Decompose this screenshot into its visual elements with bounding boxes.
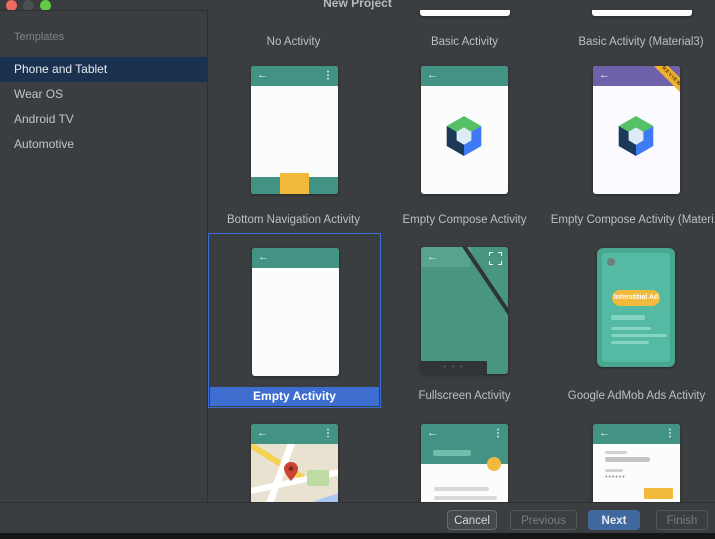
back-arrow-icon: ←: [427, 69, 438, 82]
sidebar-item-wear-os[interactable]: Wear OS: [0, 82, 207, 107]
sidebar-item-android-tv[interactable]: Android TV: [0, 107, 207, 132]
back-arrow-icon: ←: [258, 251, 269, 264]
template-label-no-activity[interactable]: No Activity: [208, 36, 379, 48]
placeholder-line: [434, 487, 489, 491]
template-label-fullscreen-activity[interactable]: Fullscreen Activity: [379, 390, 550, 402]
empty-activity-thumbnail[interactable]: ←: [252, 248, 339, 376]
back-arrow-icon: ←: [599, 427, 610, 440]
placeholder-line: [605, 457, 650, 462]
placeholder-line: [611, 334, 667, 337]
compose-logo-icon: [442, 114, 486, 158]
new-project-dialog: New Project Templates Phone and Tablet W…: [0, 0, 715, 539]
template-label-google-admob-ads-activity[interactable]: Google AdMob Ads Activity: [551, 390, 715, 402]
previous-button[interactable]: Previous: [510, 510, 577, 530]
sidebar-item-phone-and-tablet[interactable]: Phone and Tablet: [0, 57, 207, 82]
bottom-nav-selected-tab: [280, 173, 309, 194]
template-label-empty-compose-activity-material3[interactable]: Empty Compose Activity (Materi...: [537, 214, 715, 226]
empty-compose-activity-thumbnail[interactable]: ←: [421, 66, 508, 194]
minimize-traffic-light-icon[interactable]: [23, 0, 34, 11]
window-bottom-edge: [0, 533, 715, 539]
kebab-menu-icon: ⋮: [323, 69, 333, 82]
kebab-menu-icon: ⋮: [665, 427, 675, 440]
placeholder-line: [611, 327, 651, 330]
placeholder-line: [611, 341, 649, 344]
basic-activity-thumbnail[interactable]: [420, 10, 510, 16]
interstitial-ad-badge: Interstitial Ad: [612, 290, 660, 306]
admob-avatar-dot: [607, 258, 615, 266]
admob-screen: Interstitial Ad: [602, 253, 670, 362]
template-label-basic-activity[interactable]: Basic Activity: [379, 36, 550, 48]
basic-activity-material3-thumbnail[interactable]: [592, 10, 692, 16]
scrolling-activity-thumbnail[interactable]: ← ⋮: [421, 424, 508, 502]
window-title: New Project: [0, 0, 715, 10]
selected-template-label[interactable]: Empty Activity: [210, 387, 379, 406]
back-arrow-icon: ←: [599, 69, 610, 82]
thumbnail-appbar: ← ⋮: [251, 66, 338, 86]
cancel-button[interactable]: Cancel: [447, 510, 497, 530]
thumbnail-appbar: ← ⋮: [593, 424, 680, 444]
login-button-placeholder: [644, 488, 673, 499]
back-arrow-icon: ←: [257, 427, 268, 440]
placeholder-line: [434, 496, 497, 500]
back-arrow-icon: ←: [427, 251, 438, 264]
placeholder-line: [605, 451, 627, 454]
finish-button[interactable]: Finish: [656, 510, 708, 530]
fullscreen-activity-thumbnail[interactable]: ← • • •: [421, 247, 508, 374]
map-image: [251, 444, 338, 502]
back-arrow-icon: ←: [427, 427, 438, 440]
login-activity-thumbnail[interactable]: ← ⋮ ••••••: [593, 424, 680, 502]
fab-icon: [487, 457, 501, 471]
templates-sidebar: Templates Phone and Tablet Wear OS Andro…: [0, 11, 208, 502]
map-pin-icon: [284, 462, 298, 482]
next-button[interactable]: Next: [588, 510, 640, 530]
template-label-bottom-navigation-activity[interactable]: Bottom Navigation Activity: [208, 214, 379, 226]
placeholder-line: [611, 315, 645, 320]
close-traffic-light-icon[interactable]: [6, 0, 17, 11]
zoom-traffic-light-icon[interactable]: [40, 0, 51, 11]
thumbnail-appbar: ←: [252, 248, 339, 268]
back-arrow-icon: ←: [257, 69, 268, 82]
kebab-menu-icon: ⋮: [323, 427, 333, 440]
title-placeholder-line: [433, 450, 471, 456]
template-label-basic-activity-material3[interactable]: Basic Activity (Material3): [551, 36, 715, 48]
fullscreen-icon: [489, 252, 502, 265]
placeholder-line: [605, 469, 623, 472]
thumbnail-appbar: ← ⋮: [251, 424, 338, 444]
sidebar-header: Templates: [0, 11, 207, 49]
nav-dots: • • •: [421, 361, 487, 374]
empty-compose-activity-material3-thumbnail[interactable]: ← PREVIEW: [593, 66, 680, 194]
template-label-empty-compose-activity[interactable]: Empty Compose Activity: [379, 214, 550, 226]
compose-logo-icon: [614, 114, 658, 158]
thumbnail-appbar: ←: [421, 66, 508, 86]
google-admob-ads-activity-thumbnail[interactable]: Interstitial Ad: [597, 248, 675, 367]
kebab-menu-icon: ⋮: [493, 427, 503, 440]
bottom-navigation-activity-thumbnail[interactable]: ← ⋮: [251, 66, 338, 194]
template-grid: No Activity Basic Activity Basic Activit…: [208, 10, 715, 502]
empty-activity-selected-cell[interactable]: ← Empty Activity: [208, 233, 381, 408]
sidebar-item-automotive[interactable]: Automotive: [0, 132, 207, 157]
password-dots: ••••••: [605, 474, 626, 481]
google-maps-activity-thumbnail[interactable]: ← ⋮: [251, 424, 338, 502]
